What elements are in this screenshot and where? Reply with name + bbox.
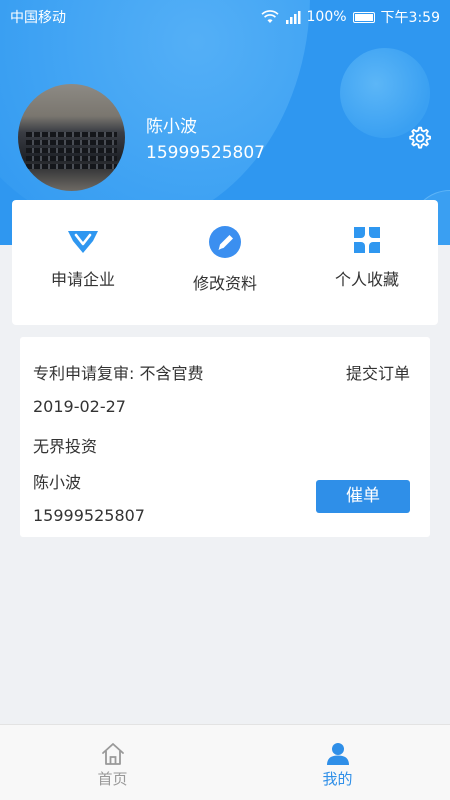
- order-phone: 15999525807: [33, 506, 145, 525]
- avatar[interactable]: [18, 84, 125, 191]
- wifi-icon: [260, 10, 279, 23]
- user-icon: [326, 743, 349, 765]
- menu-label: 申请企业: [50, 270, 115, 289]
- tab-label: 首页: [97, 770, 128, 788]
- battery-icon: [352, 11, 375, 23]
- clover-icon: [354, 227, 380, 253]
- order-status: 提交订单: [345, 364, 410, 383]
- menu-item-favorites[interactable]: 个人收藏: [296, 200, 438, 325]
- tab-bar: 首页 我的: [0, 724, 450, 800]
- order-contact: 陈小波: [33, 473, 82, 492]
- status-bar: 中国移动 100% 下午3:59: [0, 0, 450, 32]
- tab-home[interactable]: 首页: [0, 725, 225, 800]
- profile-phone: 15999525807: [146, 143, 265, 163]
- profile-name: 陈小波: [146, 117, 197, 137]
- order-title: 专利申请复审: 不含官费: [33, 364, 204, 383]
- edit-pencil-icon: [209, 226, 241, 258]
- urge-order-button[interactable]: 催单: [316, 480, 410, 513]
- menu-label: 个人收藏: [334, 270, 399, 289]
- home-icon: [101, 743, 124, 765]
- menu-item-edit-profile[interactable]: 修改资料: [154, 200, 296, 325]
- order-card[interactable]: 专利申请复审: 不含官费 提交订单 2019-02-27 无界投资 陈小波 15…: [20, 337, 430, 537]
- battery-percent: 100%: [306, 9, 347, 25]
- tab-mine[interactable]: 我的: [225, 725, 450, 800]
- tab-label: 我的: [322, 770, 353, 788]
- carrier-label: 中国移动: [10, 10, 66, 26]
- order-date: 2019-02-27: [33, 397, 126, 416]
- menu-card: 申请企业 修改资料 个人收藏: [12, 200, 438, 325]
- vip-diamond-icon: [68, 231, 98, 253]
- clock: 下午3:59: [380, 10, 440, 26]
- menu-item-apply-company[interactable]: 申请企业: [12, 200, 154, 325]
- settings-gear-icon[interactable]: [406, 125, 432, 151]
- signal-icon: [285, 11, 301, 24]
- order-company: 无界投资: [33, 437, 98, 456]
- menu-label: 修改资料: [192, 274, 257, 293]
